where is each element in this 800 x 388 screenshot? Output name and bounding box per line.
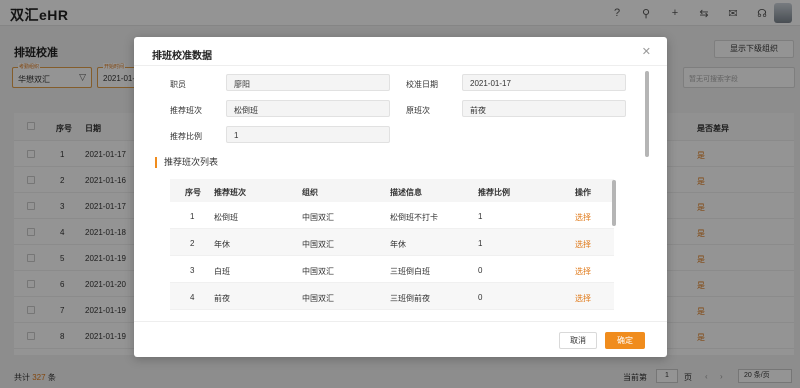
employee-field: 廖阳: [226, 74, 390, 91]
row-org: 中国双汇: [302, 240, 334, 249]
table-row[interactable]: 1 松倒班 中国双汇 松倒班不打卡 1 选择: [170, 202, 614, 229]
row-desc: 松倒班不打卡: [390, 213, 438, 222]
row-shift: 年休: [214, 240, 230, 249]
table-header: 序号 推荐班次 组织 描述信息 推荐比例 操作: [170, 179, 614, 202]
ratio-field: 1: [226, 126, 390, 143]
select-link[interactable]: 选择: [575, 293, 591, 304]
date-label: 校准日期: [406, 80, 438, 89]
col-action: 操作: [575, 188, 591, 197]
ratio-label: 推荐比例: [170, 132, 202, 141]
footer-divider: [134, 321, 667, 322]
select-link[interactable]: 选择: [575, 266, 591, 277]
row-shift: 白班: [214, 267, 230, 276]
calibration-modal: 排班校准数据 ✕ 职员 廖阳 校准日期 2021-01-17 推荐班次 松倒班 …: [134, 37, 667, 357]
row-seq: 3: [190, 266, 195, 275]
table-scrollbar[interactable]: [612, 180, 616, 226]
row-shift: 松倒班: [214, 213, 238, 222]
select-link[interactable]: 选择: [575, 212, 591, 223]
date-field: 2021-01-17: [462, 74, 626, 91]
row-desc: 三班倒前夜: [390, 294, 430, 303]
cancel-button[interactable]: 取消: [559, 332, 597, 349]
col-desc: 描述信息: [390, 188, 422, 197]
row-desc: 年休: [390, 240, 406, 249]
table-row[interactable]: 2 年休 中国双汇 年休 1 选择: [170, 229, 614, 256]
table-row[interactable]: 4 前夜 中国双汇 三班倒前夜 0 选择: [170, 283, 614, 310]
col-ratio: 推荐比例: [478, 188, 510, 197]
modal-title: 排班校准数据: [152, 51, 212, 62]
recommended-shift-label: 推荐班次: [170, 106, 202, 115]
row-ratio: 1: [478, 239, 483, 248]
original-shift-field: 前夜: [462, 100, 626, 117]
row-org: 中国双汇: [302, 213, 334, 222]
row-shift: 前夜: [214, 294, 230, 303]
select-link[interactable]: 选择: [575, 239, 591, 250]
col-seq: 序号: [185, 188, 201, 197]
row-org: 中国双汇: [302, 294, 334, 303]
original-shift-label: 原班次: [406, 106, 430, 115]
row-seq: 1: [190, 212, 195, 221]
row-desc: 三班倒白班: [390, 267, 430, 276]
confirm-button[interactable]: 确定: [605, 332, 645, 349]
modal-scrollbar[interactable]: [645, 71, 649, 157]
section-title: 推荐班次列表: [155, 157, 218, 168]
row-ratio: 0: [478, 266, 483, 275]
row-org: 中国双汇: [302, 267, 334, 276]
recommended-shift-field: 松倒班: [226, 100, 390, 117]
row-ratio: 0: [478, 293, 483, 302]
row-seq: 2: [190, 239, 195, 248]
table-row[interactable]: 3 白班 中国双汇 三班倒白班 0 选择: [170, 256, 614, 283]
close-icon[interactable]: ✕: [642, 45, 651, 58]
employee-label: 职员: [170, 80, 186, 89]
col-org: 组织: [302, 188, 318, 197]
row-seq: 4: [190, 293, 195, 302]
row-ratio: 1: [478, 212, 483, 221]
col-shift: 推荐班次: [214, 188, 246, 197]
